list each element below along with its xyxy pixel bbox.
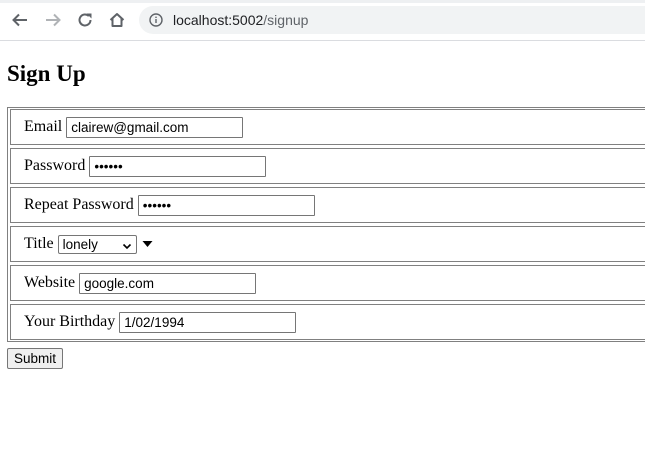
submit-button[interactable]: Submit xyxy=(7,348,64,369)
website-row: Website xyxy=(10,265,645,301)
forward-icon[interactable] xyxy=(41,8,65,32)
back-icon[interactable] xyxy=(8,8,32,32)
title-select-value: lonely xyxy=(62,236,98,252)
title-row: Title lonely xyxy=(10,226,645,262)
email-row: Email xyxy=(10,109,645,145)
password-field[interactable] xyxy=(89,155,267,177)
page-title: Sign Up xyxy=(7,61,86,86)
reload-icon[interactable] xyxy=(73,8,97,32)
repeat-password-row: Repeat Password xyxy=(10,187,645,223)
url-host: localhost:5002 xyxy=(173,12,264,28)
website-label: Website xyxy=(24,274,76,291)
caret-down-icon[interactable] xyxy=(142,240,153,248)
signup-form-table: Email Password Repeat Password Title lon… xyxy=(7,107,645,342)
password-row: Password xyxy=(10,148,645,184)
chevron-down-icon xyxy=(122,239,132,254)
home-icon[interactable] xyxy=(105,8,129,32)
birthday-label: Your Birthday xyxy=(24,313,116,330)
email-field[interactable] xyxy=(66,116,244,138)
birthday-row: Your Birthday xyxy=(10,304,645,340)
birthday-field[interactable] xyxy=(119,311,297,333)
address-bar[interactable]: localhost:5002/signup xyxy=(139,6,645,34)
title-label: Title xyxy=(24,235,54,252)
email-label: Email xyxy=(24,118,63,135)
repeat-password-label: Repeat Password xyxy=(24,196,134,213)
url-text: localhost:5002/signup xyxy=(173,12,308,28)
url-path: /signup xyxy=(263,12,309,28)
title-select[interactable]: lonely xyxy=(57,234,137,254)
website-field[interactable] xyxy=(79,272,257,294)
repeat-password-field[interactable] xyxy=(137,194,315,216)
browser-toolbar: localhost:5002/signup xyxy=(0,0,645,41)
info-icon[interactable] xyxy=(149,13,163,32)
password-label: Password xyxy=(24,157,86,174)
